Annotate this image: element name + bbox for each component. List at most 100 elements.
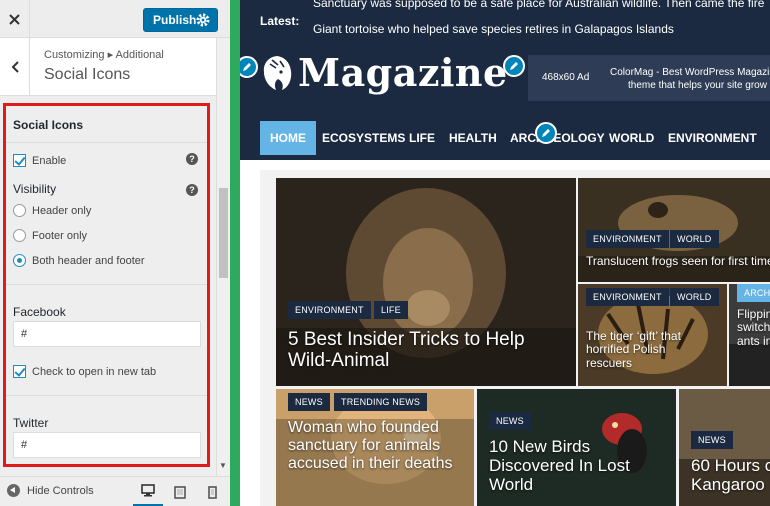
enable-checkbox-row[interactable]: Enable: [13, 154, 66, 167]
new-tab-checkbox-row[interactable]: Check to open in new tab: [13, 365, 156, 378]
post-title[interactable]: 60 Hours of Kangaroo: [691, 456, 770, 494]
post-title[interactable]: 10 New Birds Discovered In Lost World: [489, 437, 649, 494]
twitter-label: Twitter: [13, 416, 49, 430]
desktop-preview-button[interactable]: [133, 477, 163, 506]
post-card[interactable]: NEWS TRENDING NEWS Woman who founded san…: [276, 389, 474, 506]
enable-checkbox[interactable]: [13, 154, 26, 167]
nav-item-environment[interactable]: ENVIRONMENT: [658, 121, 767, 155]
site-header: Latest: Sanctuary was supposed to be a s…: [240, 0, 770, 160]
mobile-icon: [207, 485, 217, 499]
site-preview: Latest: Sanctuary was supposed to be a s…: [240, 0, 770, 506]
ad-size-label: 468x60 Ad: [542, 72, 590, 83]
edit-shortcut-button[interactable]: [240, 56, 258, 78]
new-tab-label: Check to open in new tab: [32, 365, 157, 378]
help-icon[interactable]: ?: [186, 184, 198, 196]
post-card[interactable]: NEWS 10 New Birds Discovered In Lost Wor…: [477, 389, 676, 506]
help-icon[interactable]: ?: [186, 153, 198, 165]
close-customizer-button[interactable]: [0, 0, 30, 38]
pencil-icon: [542, 129, 550, 137]
new-tab-checkbox[interactable]: [13, 365, 26, 378]
featured-post-card[interactable]: ENVIRONMENT WORLD The tiger ‘gift’ that …: [578, 284, 727, 386]
category-tag[interactable]: ENVIRONMENT: [586, 230, 669, 248]
section-header: Customizing ▸ Additional Social Icons: [0, 38, 216, 96]
breadcrumb: Customizing ▸ Additional: [44, 49, 164, 61]
publish-label: Publish: [153, 13, 197, 27]
nav-item-world[interactable]: WORLD: [599, 121, 664, 155]
ad-title: ColorMag - Best WordPress Magazine: [610, 67, 770, 78]
desktop-icon: [141, 484, 155, 497]
publish-button[interactable]: Publish: [143, 8, 218, 32]
category-tag[interactable]: ARCHAEOLOGY: [737, 284, 770, 302]
panel-heading: Social Icons: [13, 118, 84, 132]
post-title[interactable]: The tiger ‘gift’ that horrified Polish r…: [586, 329, 711, 370]
featured-post-card[interactable]: ARCHAEOLOGY Flipping switches ants in: [729, 284, 770, 386]
site-logo[interactable]: Magazine: [260, 50, 508, 95]
post-title[interactable]: Woman who founded sanctuary for animals …: [288, 419, 468, 473]
post-card[interactable]: NEWS 60 Hours of Kangaroo: [679, 389, 770, 506]
divider: [6, 395, 207, 396]
category-tag[interactable]: TRENDING NEWS: [334, 393, 428, 411]
ticker-item[interactable]: Giant tortoise who helped save species r…: [313, 22, 674, 36]
twitter-url-input[interactable]: #: [13, 432, 201, 458]
edit-shortcut-button[interactable]: [535, 122, 557, 144]
radio-footer-only[interactable]: Footer only: [13, 229, 87, 242]
ticker-item[interactable]: Sanctuary was supposed to be a safe plac…: [313, 0, 764, 10]
category-tag[interactable]: NEWS: [691, 431, 733, 449]
edit-shortcut-button[interactable]: [503, 55, 525, 77]
post-title[interactable]: 5 Best Insider Tricks to Help Wild-Anima…: [288, 329, 558, 372]
pencil-icon: [243, 63, 251, 71]
enable-label: Enable: [32, 154, 67, 167]
divider: [6, 284, 207, 285]
radio-label: Header only: [32, 204, 92, 217]
mobile-preview-button[interactable]: [197, 477, 227, 506]
scroll-down-arrow-icon[interactable]: ▼: [219, 461, 227, 470]
pencil-icon: [510, 62, 518, 70]
category-tag[interactable]: LIFE: [374, 301, 408, 319]
section-title: Social Icons: [44, 66, 131, 83]
category-tag[interactable]: NEWS: [489, 412, 531, 430]
ad-subtitle: theme that helps your site grow: [628, 80, 767, 91]
category-tag[interactable]: NEWS: [288, 393, 330, 411]
divider: [6, 142, 207, 143]
post-title[interactable]: Translucent frogs seen for first time: [586, 254, 770, 268]
facebook-url-input[interactable]: #: [13, 321, 201, 347]
nav-item-archaeology[interactable]: ARCHAEOLOGY: [500, 121, 615, 155]
radio-label: Both header and footer: [32, 254, 145, 267]
visibility-label: Visibility: [13, 182, 57, 196]
ad-banner[interactable]: 468x60 Ad ColorMag - Best WordPress Maga…: [528, 55, 770, 101]
post-title[interactable]: Flipping switches ants in: [737, 307, 770, 348]
nav-item-home[interactable]: HOME: [260, 121, 316, 155]
logo-text: Magazine: [298, 50, 508, 95]
lion-logo-icon: [263, 55, 292, 90]
customizer-footer: Hide Controls: [0, 476, 230, 506]
customizer-sidebar: Publish Customizing ▸ Additional Social …: [0, 0, 230, 506]
back-button[interactable]: [0, 38, 30, 96]
radio-button[interactable]: [13, 204, 26, 217]
radio-header-only[interactable]: Header only: [13, 204, 91, 217]
main-navigation: HOME ECOSYSTEMS LIFE HEALTH ARCHAEOLOGY …: [260, 121, 770, 155]
facebook-label: Facebook: [13, 305, 66, 319]
nav-item-health[interactable]: HEALTH: [439, 121, 507, 155]
category-tag[interactable]: WORLD: [670, 288, 719, 306]
radio-button[interactable]: [13, 229, 26, 242]
featured-post-card[interactable]: ENVIRONMENT LIFE 5 Best Insider Tricks t…: [276, 178, 576, 386]
customizer-topbar: Publish: [0, 0, 230, 38]
category-tag[interactable]: ENVIRONMENT: [586, 288, 669, 306]
radio-button-selected[interactable]: [13, 254, 26, 267]
tablet-preview-button[interactable]: [165, 477, 195, 506]
collapse-icon: [7, 484, 20, 497]
featured-post-card[interactable]: ENVIRONMENT WORLD Translucent frogs seen…: [578, 178, 770, 282]
category-tag[interactable]: WORLD: [670, 230, 719, 248]
latest-label: Latest:: [260, 14, 300, 28]
hide-controls-label: Hide Controls: [27, 484, 94, 497]
tablet-icon: [174, 485, 186, 499]
sidebar-scrollbar[interactable]: ▼: [216, 38, 230, 476]
hide-controls-button[interactable]: Hide Controls: [7, 484, 94, 497]
radio-label: Footer only: [32, 229, 88, 242]
scroll-thumb[interactable]: [219, 188, 228, 278]
social-icons-panel: Social Icons Enable ? Visibility ? Heade…: [3, 103, 210, 467]
chevron-left-icon: [11, 61, 19, 73]
radio-both[interactable]: Both header and footer: [13, 254, 145, 267]
gear-icon[interactable]: [195, 12, 211, 28]
category-tag[interactable]: ENVIRONMENT: [288, 301, 371, 319]
